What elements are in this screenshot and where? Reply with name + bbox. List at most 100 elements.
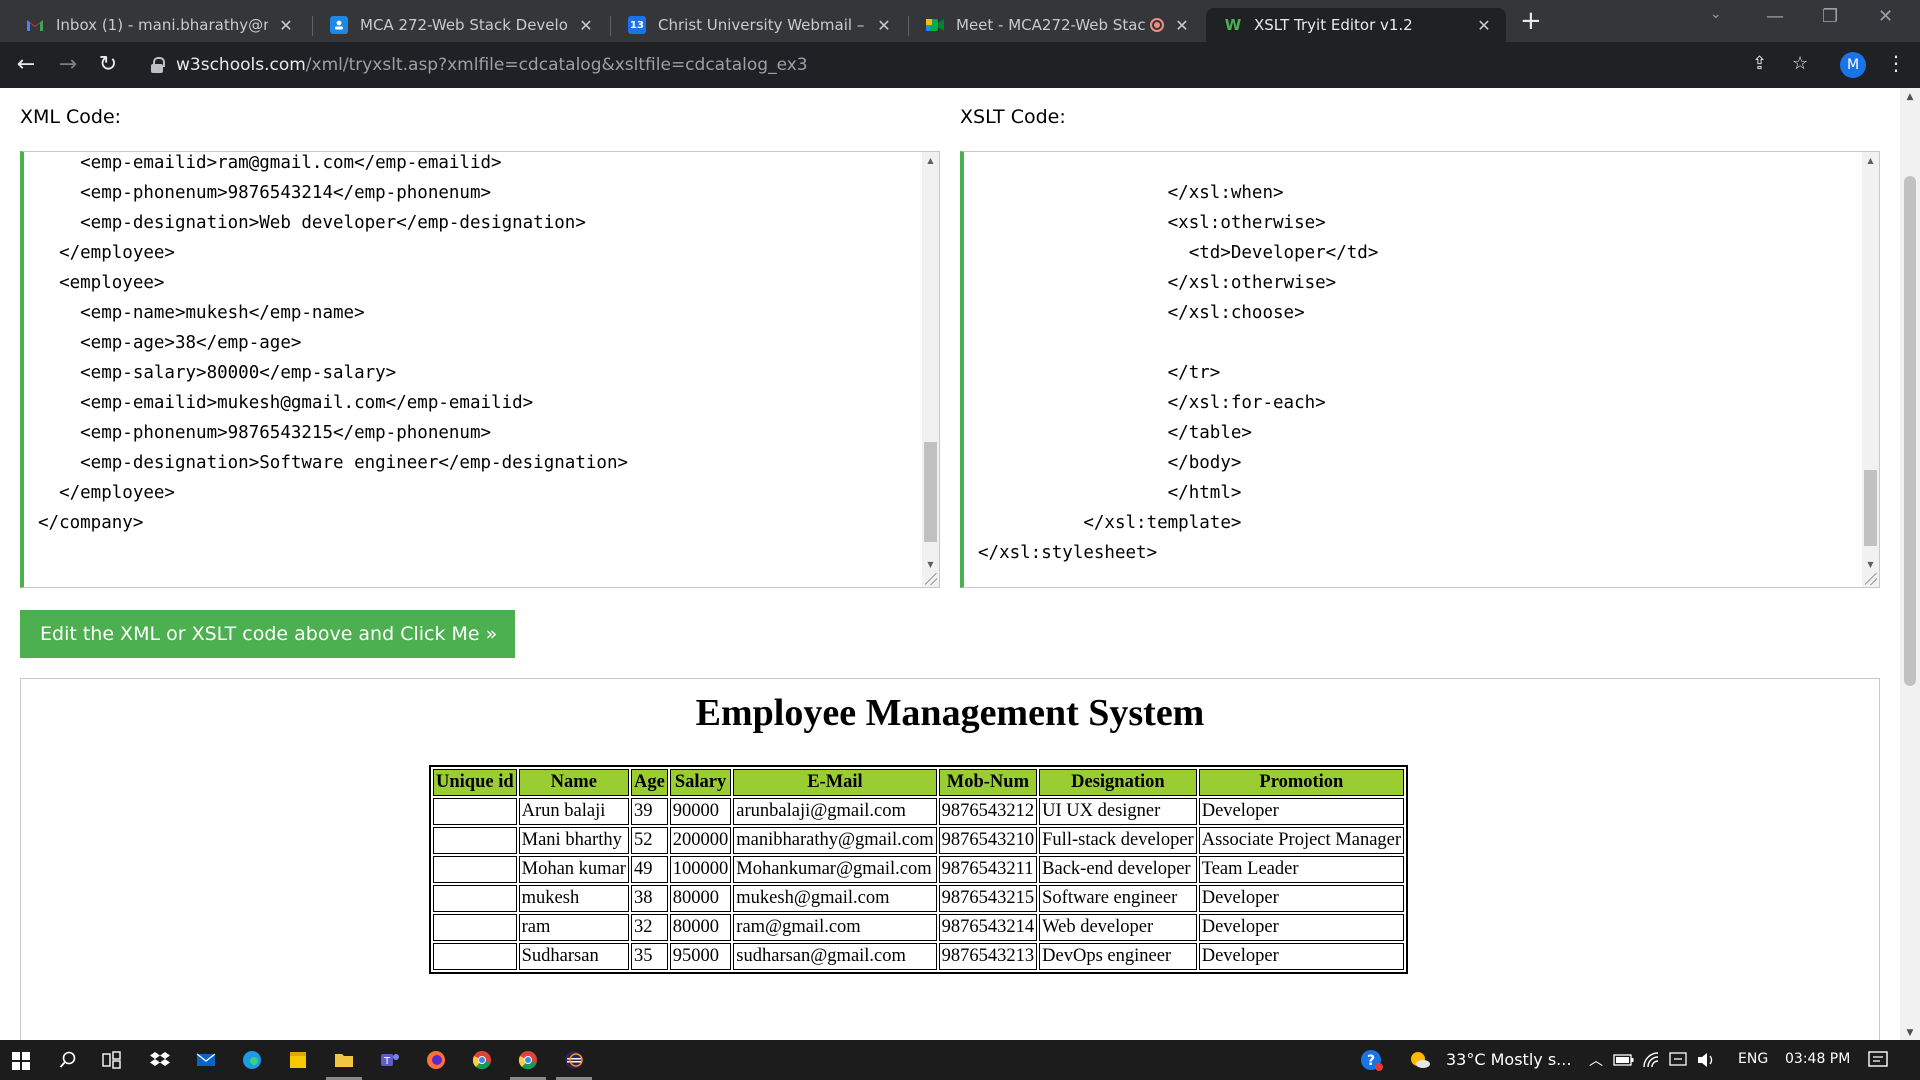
show-hidden-icons-icon[interactable]: ︿ <box>1584 1048 1608 1072</box>
restore-icon[interactable]: ❐ <box>1822 6 1838 27</box>
close-tab-icon[interactable]: ✕ <box>1172 16 1192 35</box>
table-cell: 9876543211 <box>938 856 1038 883</box>
tab-calendar[interactable]: 13 Christ University Webmail – Cale ✕ <box>610 8 906 42</box>
result-title: Employee Management System <box>695 692 1205 734</box>
notifications-icon[interactable] <box>1866 1048 1890 1072</box>
windows-start-icon[interactable] <box>12 1052 30 1070</box>
table-cell: 9876543214 <box>938 914 1038 941</box>
xslt-editor-scrollbar[interactable]: ▲ ▼ <box>1862 152 1879 587</box>
eclipse-icon[interactable] <box>556 1048 592 1080</box>
page-scrollbar-thumb[interactable] <box>1904 176 1916 686</box>
window-close-icon[interactable]: ✕ <box>1878 6 1893 27</box>
column-header: Designation <box>1039 769 1197 796</box>
teams-icon[interactable]: T <box>378 1048 402 1072</box>
mail-icon[interactable] <box>194 1048 218 1072</box>
chrome-icon[interactable] <box>470 1048 494 1072</box>
result-frame: Employee Management System Unique id Nam… <box>20 678 1880 1040</box>
scrollbar-thumb[interactable] <box>924 442 937 542</box>
resize-grip-icon[interactable] <box>925 573 937 585</box>
scrollbar-thumb[interactable] <box>1864 470 1877 546</box>
address-bar[interactable]: w3schools.com/xml/tryxslt.asp?xmlfile=cd… <box>136 48 1736 82</box>
table-cell: 9876543212 <box>938 798 1038 825</box>
scroll-down-icon[interactable]: ▼ <box>1900 1028 1920 1038</box>
scroll-up-icon[interactable]: ▲ <box>922 156 939 165</box>
profile-avatar[interactable]: M <box>1840 52 1866 78</box>
help-icon[interactable]: ? <box>1360 1048 1384 1072</box>
browser-tabstrip: Inbox (1) - mani.bharathy@mca.c ✕ MCA 27… <box>0 0 1920 42</box>
wifi-icon[interactable] <box>1640 1048 1664 1072</box>
table-cell: 9876543213 <box>938 943 1038 970</box>
recording-indicator-icon <box>1150 18 1164 32</box>
svg-text:T: T <box>383 1056 391 1067</box>
scroll-up-icon[interactable]: ▲ <box>1900 92 1920 102</box>
chrome-menu-icon[interactable]: ⋮ <box>1886 51 1906 75</box>
firefox-icon[interactable] <box>424 1048 448 1072</box>
chrome-profile-icon[interactable] <box>510 1048 546 1080</box>
volume-icon[interactable] <box>1694 1048 1718 1072</box>
lock-icon[interactable] <box>150 57 165 73</box>
table-cell: 95000 <box>669 943 732 970</box>
page-scrollbar[interactable]: ▲ ▼ <box>1900 88 1920 1040</box>
table-cell: DevOps engineer <box>1039 943 1197 970</box>
tab-search-icon[interactable]: ⌄ <box>1710 6 1722 22</box>
minimize-icon[interactable]: — <box>1766 6 1784 27</box>
close-tab-icon[interactable]: ✕ <box>1474 16 1494 35</box>
edge-icon[interactable] <box>240 1048 264 1072</box>
table-cell: 9876543215 <box>938 885 1038 912</box>
forward-icon[interactable]: → <box>54 51 82 79</box>
bookmark-star-icon[interactable]: ☆ <box>1792 53 1808 74</box>
new-tab-button[interactable]: + <box>1520 8 1542 34</box>
scroll-down-icon[interactable]: ▼ <box>1862 560 1879 569</box>
table-cell: 90000 <box>669 798 732 825</box>
run-button[interactable]: Edit the XML or XSLT code above and Clic… <box>20 610 515 658</box>
table-cell: Back-end developer <box>1039 856 1197 883</box>
tab-label: MCA 272-Web Stack Developme <box>360 16 568 34</box>
tab-label: XSLT Tryit Editor v1.2 <box>1254 16 1413 34</box>
tab-gmail[interactable]: Inbox (1) - mani.bharathy@mca.c ✕ <box>8 8 308 42</box>
svg-text:?: ? <box>1367 1053 1375 1069</box>
scroll-down-icon[interactable]: ▼ <box>922 560 939 569</box>
weather-icon[interactable] <box>1408 1048 1432 1072</box>
dropbox-icon[interactable] <box>148 1048 172 1072</box>
tab-classroom[interactable]: MCA 272-Web Stack Developme ✕ <box>312 8 608 42</box>
resize-grip-icon[interactable] <box>1865 573 1877 585</box>
table-cell <box>433 914 517 941</box>
close-tab-icon[interactable]: ✕ <box>874 16 894 35</box>
url-path: /xml/tryxslt.asp?xmlfile=cdcatalog&xsltf… <box>305 55 808 75</box>
table-cell: Sudharsan <box>518 943 629 970</box>
xslt-code-label: XSLT Code: <box>960 106 1066 128</box>
back-icon[interactable]: ← <box>12 51 40 79</box>
weather-text[interactable]: 33°C Mostly s... <box>1446 1050 1571 1069</box>
table-cell: Team Leader <box>1198 856 1405 883</box>
table-cell: 80000 <box>669 914 732 941</box>
close-tab-icon[interactable]: ✕ <box>276 16 296 35</box>
table-cell: UI UX designer <box>1039 798 1197 825</box>
column-header: Salary <box>669 769 732 796</box>
reload-icon[interactable]: ↻ <box>94 51 122 79</box>
search-icon[interactable] <box>56 1048 80 1072</box>
language-indicator[interactable]: ENG <box>1738 1051 1768 1067</box>
scroll-up-icon[interactable]: ▲ <box>1862 156 1879 165</box>
xml-code-editor[interactable]: <emp-emailid>ram@gmail.com</emp-emailid>… <box>20 151 940 588</box>
table-cell: Developer <box>1198 914 1405 941</box>
table-row: Sudharsan 35 95000 sudharsan@gmail.com 9… <box>433 943 1405 970</box>
tab-meet[interactable]: Meet - MCA272-Web Stack D ✕ <box>908 8 1204 42</box>
close-tab-icon[interactable]: ✕ <box>576 16 596 35</box>
url-host: w3schools.com <box>176 55 306 75</box>
battery-icon[interactable] <box>1612 1048 1636 1072</box>
task-view-icon[interactable] <box>100 1048 124 1072</box>
file-explorer-icon[interactable] <box>326 1048 362 1080</box>
clock-time[interactable]: 03:48 PM <box>1785 1051 1850 1067</box>
xslt-code-editor[interactable]: </xsl:when> <xsl:otherwise> <td>Develope… <box>960 151 1880 588</box>
gmail-icon <box>26 16 44 34</box>
tab-xslt-tryit[interactable]: W XSLT Tryit Editor v1.2 ✕ <box>1206 8 1506 42</box>
network-icon[interactable] <box>1666 1048 1690 1072</box>
page-content: XML Code: XSLT Code: <emp-emailid>ram@gm… <box>0 88 1900 1040</box>
sticky-notes-icon[interactable] <box>286 1048 310 1072</box>
share-icon[interactable]: ⇪ <box>1752 53 1767 74</box>
table-cell: 9876543210 <box>938 827 1038 854</box>
xml-editor-scrollbar[interactable]: ▲ ▼ <box>922 152 939 587</box>
table-cell: arunbalaji@gmail.com <box>733 798 937 825</box>
xslt-code-text[interactable]: </xsl:when> <xsl:otherwise> <td>Develope… <box>978 178 1378 568</box>
xml-code-text[interactable]: <emp-emailid>ram@gmail.com</emp-emailid>… <box>38 152 628 538</box>
